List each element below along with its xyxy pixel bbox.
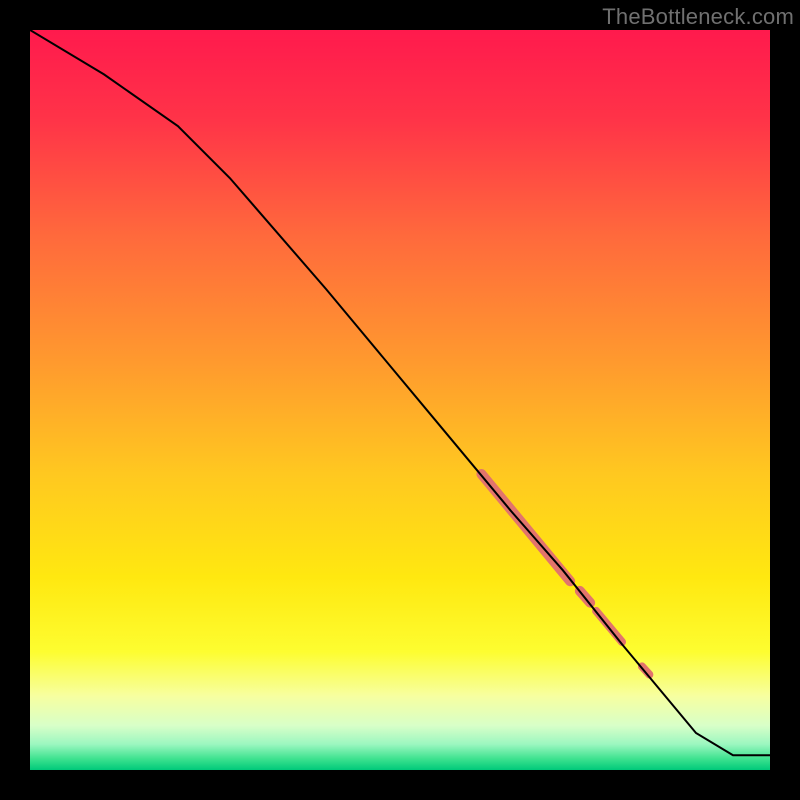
watermark-text: TheBottleneck.com	[602, 4, 794, 30]
plot-svg	[30, 30, 770, 770]
gradient-background	[30, 30, 770, 770]
plot-area	[30, 30, 770, 770]
chart-container: TheBottleneck.com	[0, 0, 800, 800]
